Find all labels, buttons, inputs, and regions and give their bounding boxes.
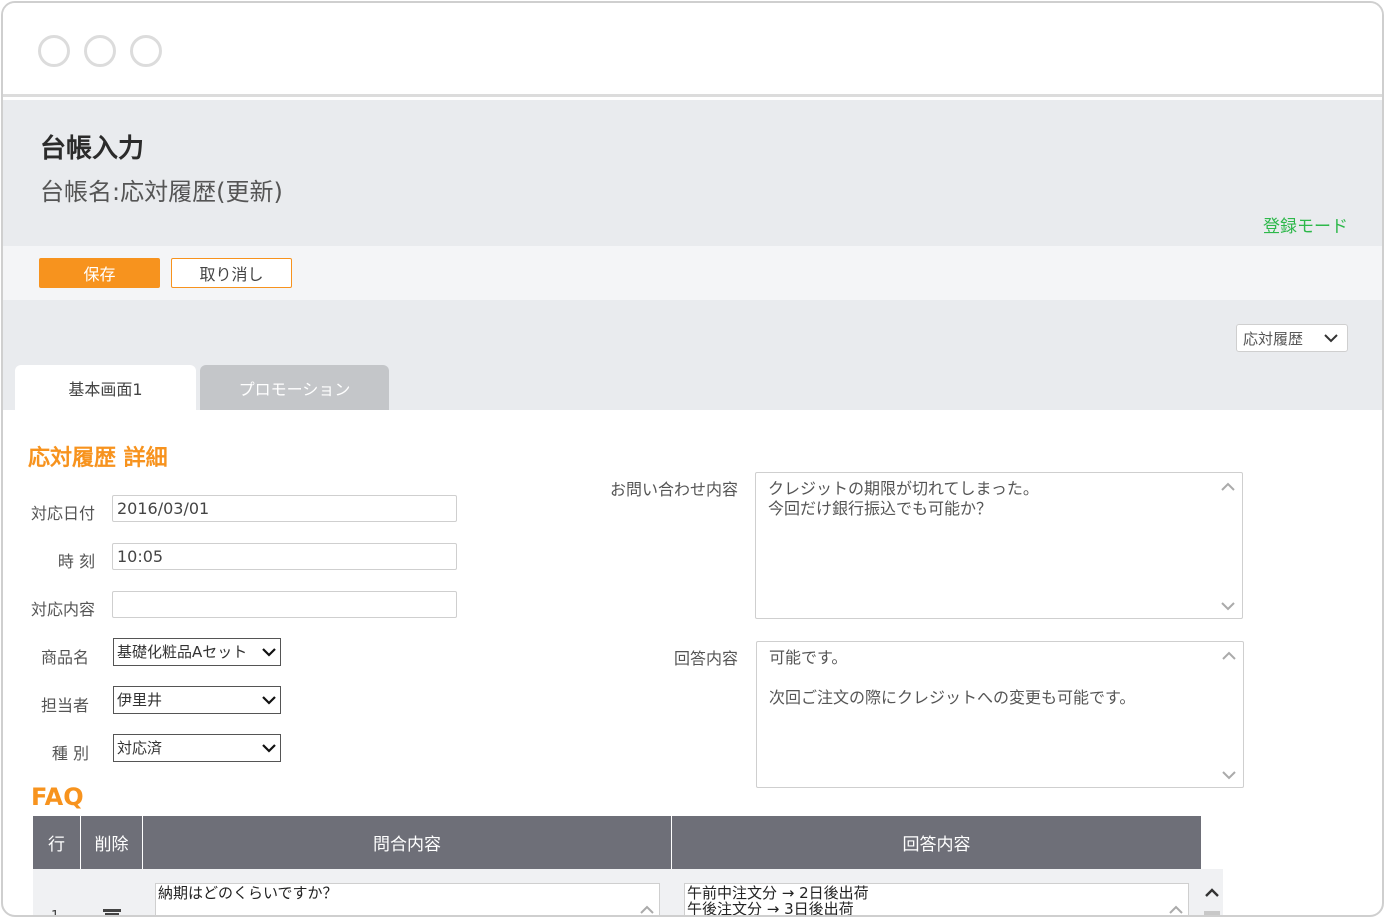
kind-select-value: 対応済 [117, 739, 163, 757]
inquiry-textarea[interactable]: クレジットの期限が切れてしまった。 今回だけ銀行振込でも可能か？ [755, 472, 1243, 619]
app-window: 台帳入力 台帳名:応対履歴(更新) 登録モード 保存 取り消し 応対履歴 基本画… [1, 1, 1384, 917]
answer-textarea[interactable]: 可能です。 次回ご注文の際にクレジットへの変更も可能です。 [756, 641, 1244, 788]
faq-title: FAQ [31, 783, 84, 811]
trash-icon[interactable] [101, 907, 123, 917]
faq-col-row: 行 [33, 816, 81, 869]
answer-line: 次回ご注文の際にクレジットへの変更も可能です。 [769, 688, 1136, 707]
title-bar [3, 3, 1382, 97]
ledger-name: 台帳名:応対履歴(更新) [40, 178, 283, 206]
chevron-up-icon[interactable] [1220, 479, 1236, 495]
window-close-button[interactable] [38, 35, 70, 67]
time-input[interactable]: 10:05 [112, 543, 457, 570]
chevron-down-icon [261, 692, 277, 708]
table-scrollbar[interactable] [1201, 869, 1223, 915]
kind-label: 種 別 [51, 744, 89, 763]
product-label: 商品名 [40, 648, 89, 667]
tab-basic-screen[interactable]: 基本画面1 [15, 365, 196, 410]
product-select[interactable]: 基礎化粧品Aセット [113, 638, 281, 666]
save-button[interactable]: 保存 [39, 258, 160, 288]
staff-select-value: 伊里井 [117, 691, 163, 709]
content-label: 対応内容 [30, 600, 95, 619]
chevron-up-icon[interactable] [639, 902, 655, 917]
content-input[interactable] [112, 591, 457, 618]
chevron-up-icon[interactable] [1221, 648, 1237, 664]
faq-answer-line: 午前中注文分 → 2日後出荷 [687, 884, 869, 902]
ledger-select-value: 応対履歴 [1243, 329, 1304, 348]
inquiry-line: 今回だけ銀行振込でも可能か？ [768, 499, 993, 518]
window-maximize-button[interactable] [130, 35, 162, 67]
time-label: 時 刻 [57, 552, 95, 571]
chevron-down-icon [1324, 334, 1338, 343]
detail-section-title: 応対履歴 詳細 [28, 446, 168, 471]
kind-select[interactable]: 対応済 [113, 734, 281, 762]
date-input[interactable]: 2016/03/01 [112, 495, 457, 522]
faq-question-input[interactable]: 納期はどのくらいですか？ [155, 883, 660, 917]
faq-col-delete: 削除 [81, 816, 143, 869]
inquiry-label: お問い合わせ内容 [609, 480, 738, 499]
inquiry-line: クレジットの期限が切れてしまった。 [768, 479, 1039, 498]
faq-col-question: 問合内容 [143, 816, 672, 869]
date-label: 対応日付 [30, 504, 95, 523]
chevron-up-icon[interactable] [1168, 902, 1184, 917]
faq-col-answer: 回答内容 [902, 835, 971, 855]
tab-promotion[interactable]: プロモーション [200, 365, 389, 410]
faq-answer-line: 午後注文分 → 3日後出荷 [687, 900, 854, 917]
scrollbar-thumb[interactable] [1204, 911, 1220, 915]
answer-line: 可能です。 [769, 648, 848, 667]
row-number: 1 [51, 909, 60, 917]
faq-question-text: 納期はどのくらいですか？ [158, 884, 338, 902]
mode-indicator[interactable]: 登録モード [1263, 212, 1348, 237]
staff-label: 担当者 [40, 696, 89, 715]
ledger-select[interactable]: 応対履歴 [1236, 324, 1348, 352]
faq-table-header: 行 削除 問合内容 回答内容 [33, 816, 1201, 869]
faq-answer-input[interactable]: 午前中注文分 → 2日後出荷 午後注文分 → 3日後出荷 [684, 883, 1189, 917]
chevron-down-icon[interactable] [1221, 767, 1237, 783]
window-minimize-button[interactable] [84, 35, 116, 67]
page-title: 台帳入力 [40, 134, 145, 164]
staff-select[interactable]: 伊里井 [113, 686, 281, 714]
chevron-up-icon[interactable] [1204, 885, 1220, 901]
answer-line [769, 668, 1231, 688]
chevron-down-icon[interactable] [1220, 598, 1236, 614]
tab-band: 応対履歴 基本画面1 プロモーション [3, 300, 1382, 410]
toolbar: 保存 取り消し [3, 246, 1382, 300]
table-row: 1 納期はどのくらいですか？ 午前中注文分 → 2日後出荷 午後注文分 → 3日… [33, 869, 1201, 917]
page-header: 台帳入力 台帳名:応対履歴(更新) 登録モード [3, 100, 1382, 246]
product-select-value: 基礎化粧品Aセット [117, 643, 248, 661]
chevron-down-icon [261, 740, 277, 756]
answer-label: 回答内容 [673, 649, 738, 668]
cancel-button[interactable]: 取り消し [171, 258, 292, 288]
chevron-down-icon [261, 644, 277, 660]
